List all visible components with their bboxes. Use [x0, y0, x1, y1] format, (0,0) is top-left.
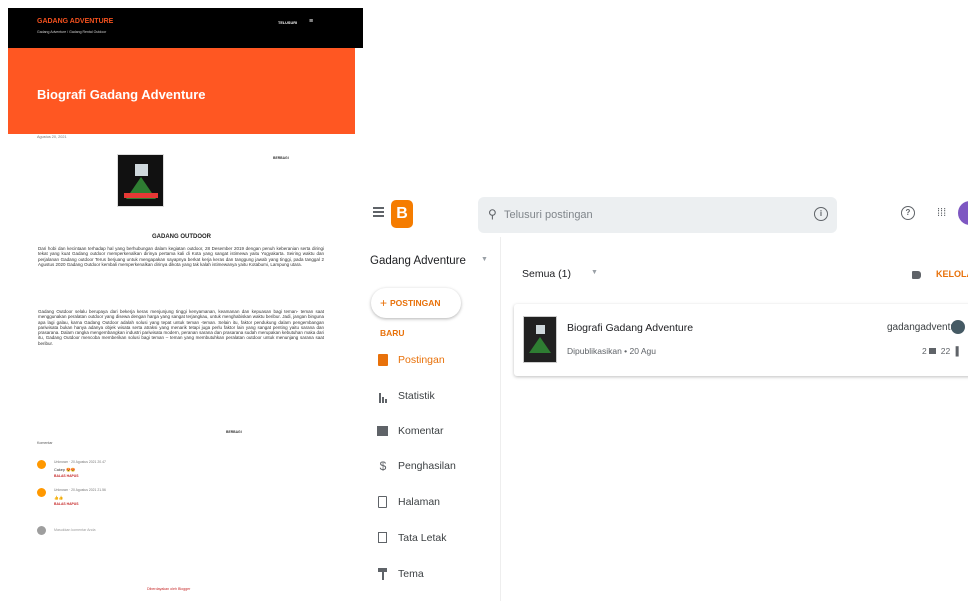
blog-site-subtitle: Gadang Adventure / Gadang Rental Outdoor: [37, 30, 107, 34]
bar-chart-icon: [377, 390, 389, 403]
sidebar-item-label: Postingan: [398, 354, 445, 366]
hamburger-menu-icon[interactable]: [373, 207, 384, 217]
info-icon[interactable]: i: [814, 207, 828, 221]
document-icon: [377, 354, 389, 367]
sidebar-item-comments[interactable]: Komentar: [377, 424, 497, 440]
comment-count: 2: [922, 346, 927, 356]
blogger-dashboard: B ⚲ i ? ⁞⁞⁞ Gadang Adventure ▼ +POSTINGA…: [362, 190, 968, 601]
comment-actions[interactable]: BALAS HAPUS: [54, 474, 79, 478]
comment-meta: Unknown · 20 Agustus 2021 21.56: [54, 488, 106, 492]
post-paragraph-1: Dari hobi dan kecintaan terhadap hal yan…: [38, 246, 324, 267]
sidebar-item-label: Tata Letak: [398, 532, 447, 544]
pages-icon: [377, 496, 389, 509]
comment-item: Unknown · 20 Agustus 2021 20.47 Cakep 😍😍…: [37, 460, 237, 482]
menu-icon[interactable]: ≡: [309, 18, 313, 25]
sidebar-item-stats[interactable]: Statistik: [377, 389, 497, 405]
label-icon[interactable]: [912, 271, 921, 279]
post-title[interactable]: Biografi Gadang Adventure: [567, 322, 693, 334]
sidebar-item-label: Tema: [398, 568, 424, 580]
blog-post-header: Biografi Gadang Adventure: [8, 48, 355, 134]
search-bar: ⚲ i: [478, 197, 837, 233]
post-filter-dropdown[interactable]: Semua (1): [522, 268, 571, 280]
post-logo-image: [117, 154, 164, 207]
commenter-avatar: [37, 460, 46, 469]
sidebar-item-label: Halaman: [398, 496, 441, 508]
sidebar-item-posts[interactable]: Postingan: [377, 353, 497, 369]
author-avatar: [951, 320, 965, 334]
chevron-down-icon[interactable]: ▼: [591, 269, 598, 276]
sidebar-item-pages[interactable]: Halaman: [377, 495, 497, 511]
blog-top-bar: GADANG ADVENTURE Gadang Adventure / Gada…: [8, 8, 363, 48]
manage-button[interactable]: KELOLA: [936, 269, 968, 279]
help-icon[interactable]: ?: [901, 206, 915, 220]
comment-text: 👍👍: [54, 496, 64, 500]
blog-post-title: Biografi Gadang Adventure: [37, 87, 206, 102]
paint-roller-icon: [377, 568, 389, 581]
sidebar-item-earnings[interactable]: $ Penghasilan: [377, 459, 497, 475]
blog-selector[interactable]: Gadang Adventure: [370, 255, 466, 267]
new-post-label: POSTINGAN BARU: [380, 298, 441, 338]
comment-actions[interactable]: BALAS HAPUS: [54, 502, 79, 506]
search-input[interactable]: [504, 206, 804, 224]
share-button-bottom[interactable]: BERBAGI: [226, 430, 242, 434]
share-button[interactable]: BERBAGI: [273, 156, 289, 160]
comment-placeholder[interactable]: Masukkan komentar Anda: [54, 528, 96, 532]
post-list-item[interactable]: Biografi Gadang Adventure Dipublikasikan…: [514, 304, 968, 376]
sidebar-item-theme[interactable]: Tema: [377, 567, 497, 583]
post-stats: 2 22 ▐: [922, 346, 959, 356]
bar-chart-icon: ▐: [952, 346, 959, 356]
apps-grid-icon[interactable]: ⁞⁞⁞: [937, 207, 946, 219]
powered-by-blogger-link[interactable]: Diberdayakan oleh Blogger: [147, 587, 190, 591]
plus-icon: +: [380, 296, 388, 310]
blog-site-title[interactable]: GADANG ADVENTURE: [37, 18, 113, 25]
comment-meta: Unknown · 20 Agustus 2021 20.47: [54, 460, 106, 464]
sidebar-item-label: Komentar: [398, 425, 444, 437]
blog-post-date: Agustus 20, 2021: [37, 135, 67, 139]
comment-icon: [928, 348, 936, 354]
sidebar-divider: [500, 237, 501, 601]
post-thumbnail: [523, 316, 557, 363]
comment-item: Unknown · 20 Agustus 2021 21.56 👍👍 BALAS…: [37, 488, 237, 510]
blog-page-view: GADANG ADVENTURE Gadang Adventure / Gada…: [8, 8, 363, 601]
commenter-avatar: [37, 488, 46, 497]
layout-icon: [377, 532, 389, 545]
view-count: 22: [940, 346, 951, 356]
post-status: Dipublikasikan • 20 Agu: [567, 346, 656, 356]
dollar-icon: $: [379, 459, 387, 473]
blogger-logo[interactable]: B: [391, 200, 413, 228]
comment-input[interactable]: Masukkan komentar Anda: [37, 526, 237, 538]
screenshot-root: GADANG ADVENTURE Gadang Adventure / Gada…: [0, 0, 968, 601]
search-icon[interactable]: ⚲: [488, 207, 497, 221]
post-paragraph-2: Gadang Outdoor selalu berupaya dari beke…: [38, 309, 324, 346]
post-heading: GADANG OUTDOOR: [152, 234, 211, 240]
new-post-button[interactable]: + POSTINGAN BARU: [371, 288, 461, 338]
sidebar-item-layout[interactable]: Tata Letak: [377, 531, 497, 547]
comments-heading: Komentar: [37, 441, 53, 445]
blog-search-button[interactable]: TELUSURI: [278, 21, 297, 25]
user-avatar: [37, 526, 46, 535]
chevron-down-icon[interactable]: ▼: [481, 256, 488, 263]
comment-icon: [377, 425, 389, 438]
sidebar-item-label: Penghasilan: [398, 460, 456, 472]
account-avatar[interactable]: [958, 201, 968, 225]
comment-text: Cakep 😍😍: [54, 468, 76, 472]
sidebar-item-label: Statistik: [398, 390, 435, 402]
